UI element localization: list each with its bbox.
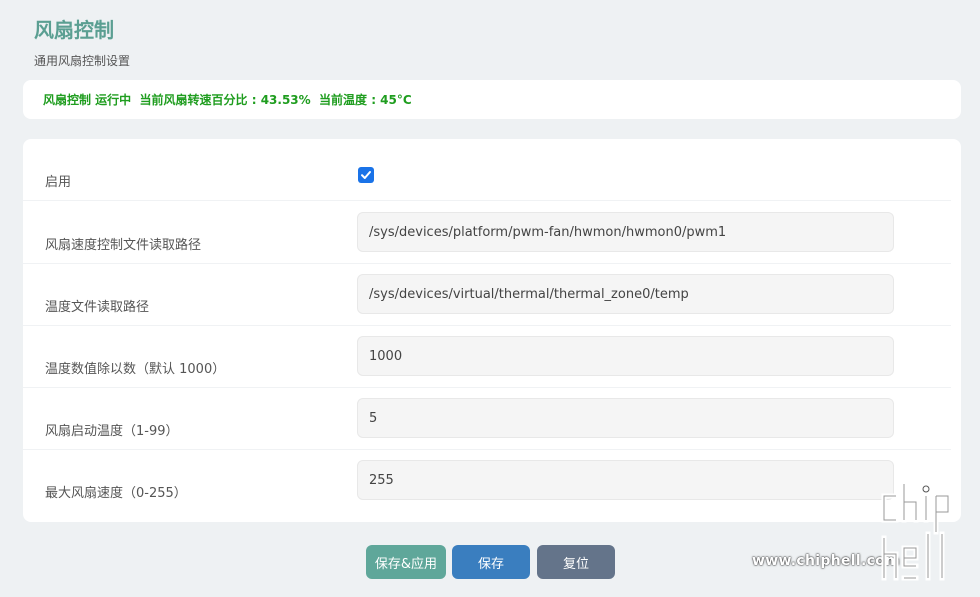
status-text: 风扇控制 运行中 当前风扇转速百分比 : 43.53% 当前温度 : 45°C bbox=[43, 93, 412, 107]
start-temp-label: 风扇启动温度（1-99） bbox=[45, 424, 179, 439]
watermark-logo bbox=[880, 481, 966, 586]
chiphell-logo-icon bbox=[881, 481, 951, 581]
speed-path-input[interactable] bbox=[357, 212, 894, 252]
form-row-speed-path: 风扇速度控制文件读取路径 bbox=[23, 202, 951, 264]
save-apply-button[interactable]: 保存&应用 bbox=[366, 545, 446, 579]
temp-path-input[interactable] bbox=[357, 274, 894, 314]
temp-path-label: 温度文件读取路径 bbox=[45, 300, 150, 315]
temp-div-input[interactable] bbox=[357, 336, 894, 376]
page-title: 风扇控制 bbox=[34, 18, 114, 42]
form-row-enable: 启用 bbox=[23, 139, 951, 201]
form-row-temp-div: 温度数值除以数（默认 1000） bbox=[23, 326, 951, 388]
form-row-max-speed: 最大风扇速度（0-255） bbox=[23, 450, 951, 512]
save-button[interactable]: 保存 bbox=[452, 545, 530, 579]
max-speed-input[interactable] bbox=[357, 460, 894, 500]
watermark-site: www.chiphell.com bbox=[752, 553, 900, 569]
speed-path-label: 风扇速度控制文件读取路径 bbox=[45, 238, 202, 253]
checkmark-icon bbox=[361, 171, 371, 179]
form-row-start-temp: 风扇启动温度（1-99） bbox=[23, 388, 951, 450]
max-speed-label: 最大风扇速度（0-255） bbox=[45, 486, 187, 501]
temp-div-label: 温度数值除以数（默认 1000） bbox=[45, 362, 226, 377]
page-subtitle: 通用风扇控制设置 bbox=[34, 54, 131, 68]
enable-checkbox[interactable] bbox=[358, 167, 374, 183]
form-row-temp-path: 温度文件读取路径 bbox=[23, 264, 951, 326]
settings-form: 启用 风扇速度控制文件读取路径 温度文件读取路径 温度数值除以数（默认 1000… bbox=[23, 139, 961, 522]
reset-button[interactable]: 复位 bbox=[537, 545, 615, 579]
status-bar: 风扇控制 运行中 当前风扇转速百分比 : 43.53% 当前温度 : 45°C bbox=[23, 80, 961, 119]
start-temp-input[interactable] bbox=[357, 398, 894, 438]
enable-label: 启用 bbox=[45, 175, 72, 190]
